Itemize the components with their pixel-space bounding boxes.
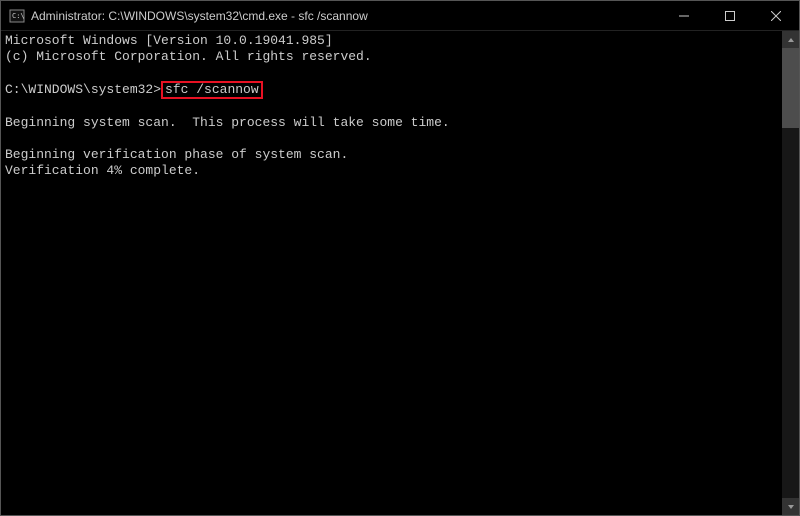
blank-line bbox=[5, 65, 778, 81]
close-button[interactable] bbox=[753, 1, 799, 30]
titlebar[interactable]: C:\ Administrator: C:\WINDOWS\system32\c… bbox=[1, 1, 799, 31]
blank-line bbox=[5, 99, 778, 115]
copyright-line: (c) Microsoft Corporation. All rights re… bbox=[5, 49, 778, 65]
scroll-track[interactable] bbox=[782, 48, 799, 498]
maximize-button[interactable] bbox=[707, 1, 753, 30]
content-wrap: Microsoft Windows [Version 10.0.19041.98… bbox=[1, 31, 799, 515]
svg-text:C:\: C:\ bbox=[12, 12, 25, 20]
verify-progress-line: Verification 4% complete. bbox=[5, 163, 778, 179]
vertical-scrollbar[interactable] bbox=[782, 31, 799, 515]
cmd-window: C:\ Administrator: C:\WINDOWS\system32\c… bbox=[0, 0, 800, 516]
terminal-content[interactable]: Microsoft Windows [Version 10.0.19041.98… bbox=[1, 31, 782, 515]
command-highlight: sfc /scannow bbox=[161, 81, 263, 99]
prompt-line: C:\WINDOWS\system32>sfc /scannow bbox=[5, 81, 778, 99]
verify-phase-line: Beginning verification phase of system s… bbox=[5, 147, 778, 163]
cmd-icon: C:\ bbox=[9, 8, 25, 24]
version-line: Microsoft Windows [Version 10.0.19041.98… bbox=[5, 33, 778, 49]
scroll-up-button[interactable] bbox=[782, 31, 799, 48]
window-buttons bbox=[661, 1, 799, 30]
blank-line bbox=[5, 131, 778, 147]
scroll-down-button[interactable] bbox=[782, 498, 799, 515]
window-title: Administrator: C:\WINDOWS\system32\cmd.e… bbox=[31, 9, 661, 23]
minimize-button[interactable] bbox=[661, 1, 707, 30]
scan-start-line: Beginning system scan. This process will… bbox=[5, 115, 778, 131]
scroll-thumb[interactable] bbox=[782, 48, 799, 128]
prompt-text: C:\WINDOWS\system32> bbox=[5, 82, 161, 97]
